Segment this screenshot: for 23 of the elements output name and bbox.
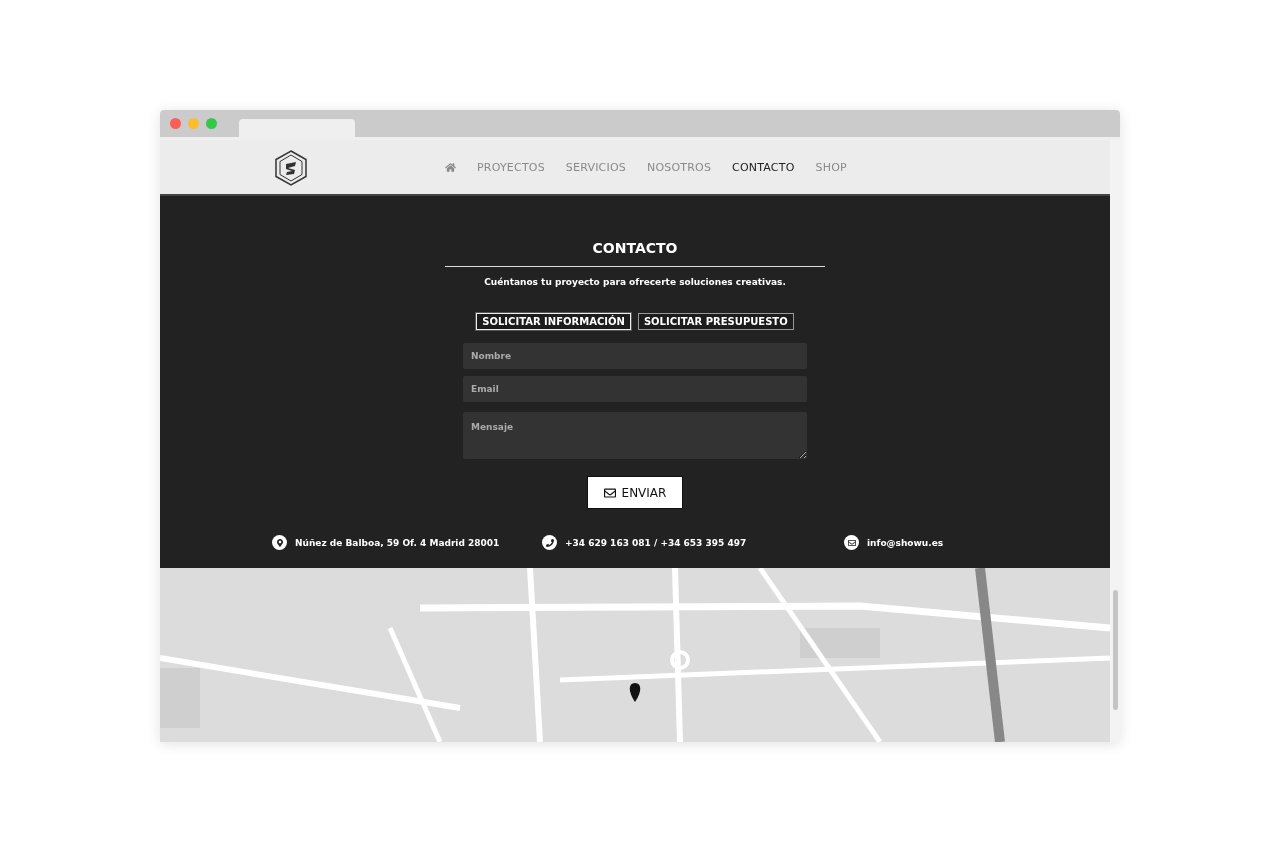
home-icon[interactable]	[445, 161, 456, 173]
maximize-button[interactable]	[206, 118, 217, 129]
contact-info-text: Núñez de Balboa, 59 Of. 4 Madrid 28001	[295, 537, 500, 548]
contact-info-text: info@showu.es	[867, 537, 944, 548]
close-button[interactable]	[170, 118, 181, 129]
section-subtitle: Cuéntanos tu proyecto para ofrecerte soluciones creativas.	[484, 277, 786, 287]
input-field[interactable]: Email	[463, 376, 807, 402]
minimize-button[interactable]	[188, 118, 199, 129]
phone-icon	[542, 535, 557, 550]
section-title: CONTACTO	[445, 240, 825, 267]
send-button[interactable]: ENVIAR	[587, 476, 683, 509]
envelope-icon	[603, 486, 616, 499]
browser-tab[interactable]	[239, 119, 355, 137]
scrollbar-thumb[interactable]	[1112, 590, 1118, 710]
form-tab[interactable]: SOLICITAR PRESUPUESTO	[637, 313, 794, 330]
envelope-icon	[844, 535, 859, 550]
message-field[interactable]: Mensaje	[463, 412, 807, 459]
input-field[interactable]: Nombre	[463, 343, 807, 369]
form-tab[interactable]: SOLICITAR INFORMACIÓN	[476, 313, 631, 330]
nav-link[interactable]: CONTACTO	[732, 160, 795, 174]
hexagon-logo-icon[interactable]	[275, 150, 307, 186]
contact-info-text: +34 629 163 081 / +34 653 395 497	[565, 537, 747, 548]
location-pin-icon	[272, 535, 287, 550]
